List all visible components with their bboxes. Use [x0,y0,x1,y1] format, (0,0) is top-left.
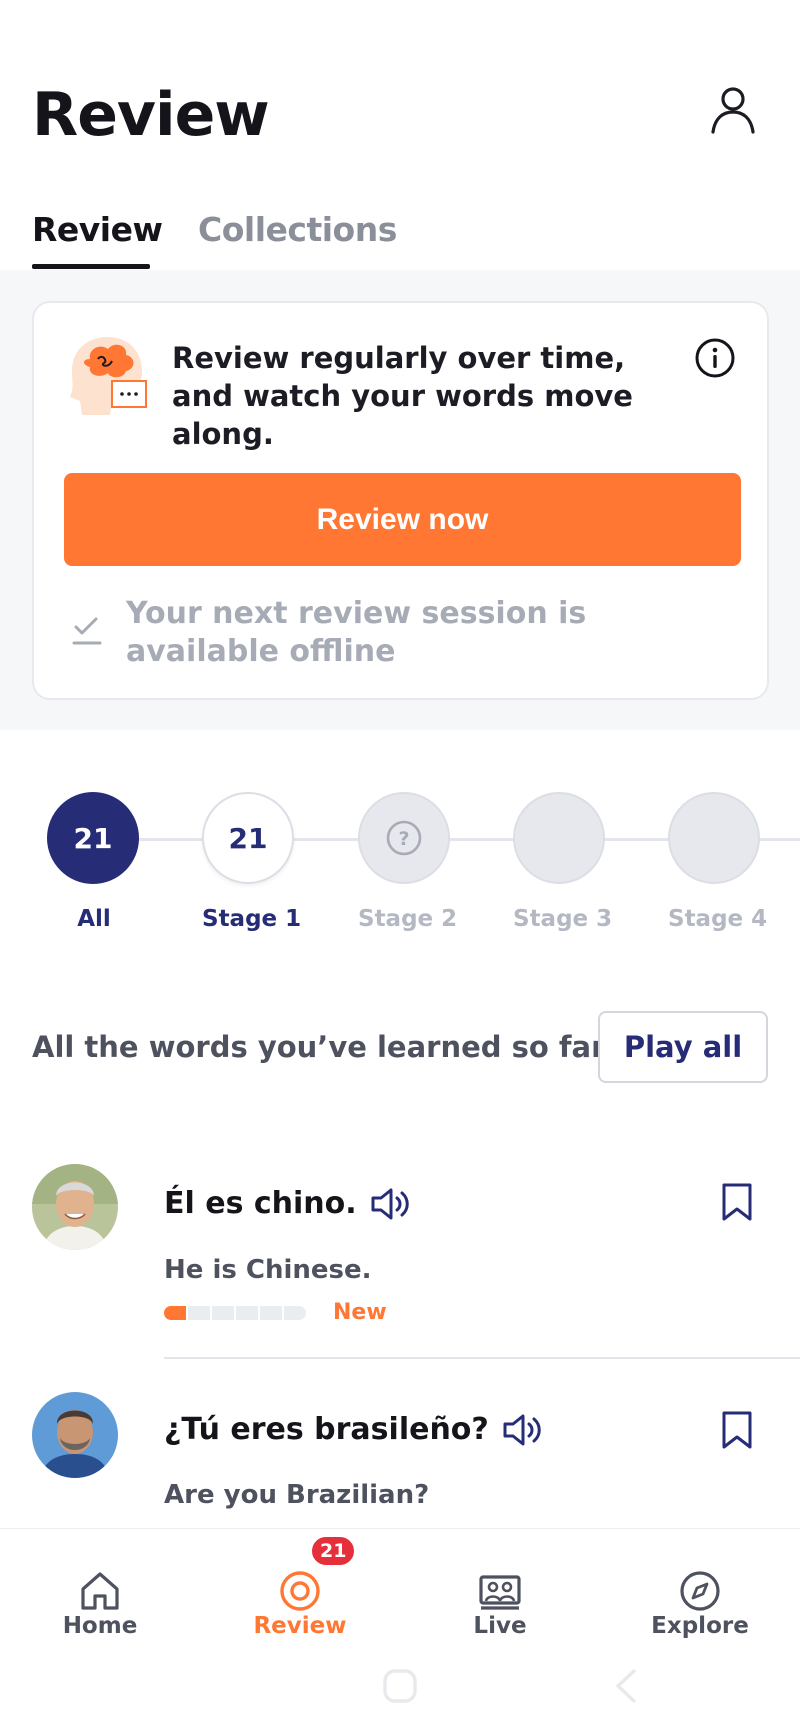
word-phrase: ¿Tú eres brasileño? [164,1412,545,1447]
target-icon [280,1571,320,1611]
word-phrase: Él es chino. [164,1186,413,1221]
phrase-text: ¿Tú eres brasileño? [164,1412,489,1447]
stage-label: Stage 4 [668,906,768,932]
stage-circle [668,792,760,884]
stage-circle [513,792,605,884]
avatar [32,1392,118,1478]
tab-bar: Review Collections [0,200,800,270]
word-translation: Are you Brazilian? [164,1480,430,1510]
notification-badge: 21 [310,1535,357,1567]
progress-segment [164,1306,186,1320]
person-icon [711,87,755,134]
words-description: All the words you’ve learned so far. [32,1030,613,1064]
avatar [32,1164,118,1250]
speaker-icon[interactable] [369,1187,413,1221]
tab-review[interactable]: Review [32,210,163,249]
bookmark-icon [722,1183,752,1221]
stage-label: Stage 2 [358,906,458,932]
video-call-icon [479,1575,521,1610]
progress-segment [212,1306,234,1320]
page-title: Review [32,80,270,150]
active-tab-indicator [32,264,150,269]
stage-label: Stage 1 [202,906,302,932]
recent-apps-icon[interactable] [156,1666,196,1706]
stage-circle: ? [358,792,450,884]
profile-button[interactable] [706,82,760,136]
stage-circle: 21 [47,792,139,884]
play-all-button[interactable]: Play all [598,1011,768,1083]
offline-availability-text: Your next review session is available of… [126,596,587,669]
word-progress-bar [164,1306,306,1320]
progress-segment [188,1306,210,1320]
nav-label: Review [253,1613,347,1639]
review-info-card: Review regularly over time, and watch yo… [32,301,769,700]
home-icon [81,1572,119,1610]
stage-3[interactable]: Stage 3 [513,792,613,932]
word-status-label: New [333,1300,387,1325]
stage-circle: 21 [202,792,294,884]
phrase-text: Él es chino. [164,1186,357,1221]
review-now-button[interactable]: Review now [64,473,741,566]
bookmark-icon [722,1411,752,1449]
progress-segment [260,1306,282,1320]
progress-segment [236,1306,258,1320]
nav-label: Explore [651,1613,749,1639]
stage-1[interactable]: 21 Stage 1 [202,792,302,932]
bookmark-button[interactable] [720,1182,754,1222]
row-divider [164,1357,800,1359]
speaker-icon[interactable] [501,1413,545,1447]
stage-4[interactable]: Stage 4 [668,792,768,932]
nav-label: Live [473,1613,527,1639]
nav-label: Home [62,1613,138,1639]
info-button[interactable] [694,337,736,379]
question-icon: ? [386,820,422,856]
offline-check-icon [70,615,104,649]
bookmark-button[interactable] [720,1410,754,1450]
brain-head-icon [64,331,152,423]
stage-all[interactable]: 21 All [47,792,141,932]
review-info-message: Review regularly over time, and watch yo… [172,341,633,451]
back-icon[interactable] [606,1666,646,1706]
home-system-icon[interactable] [380,1666,420,1706]
question-glyph: ? [398,828,409,850]
stage-label: All [77,906,111,932]
stage-label: Stage 3 [513,906,613,932]
compass-icon [680,1571,720,1611]
system-navigation-bar [0,1640,800,1733]
word-translation: He is Chinese. [164,1255,372,1285]
info-icon [695,338,735,378]
progress-segment [284,1306,306,1320]
tab-collections[interactable]: Collections [198,210,397,249]
stage-2[interactable]: ? Stage 2 [358,792,458,932]
